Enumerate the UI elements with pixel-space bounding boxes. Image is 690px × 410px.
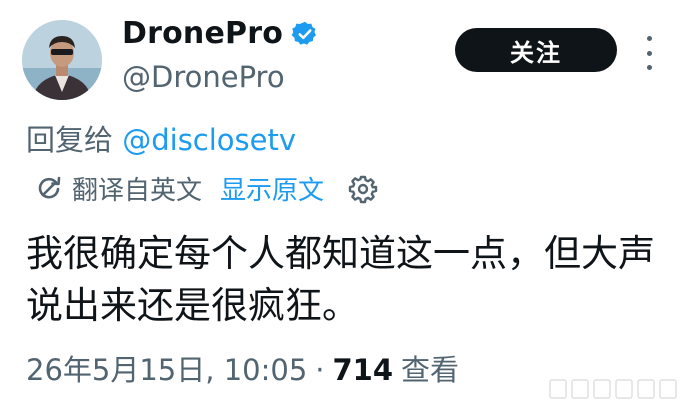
tweet-meta: 26年5月15日, 10:05 · 714 查看 — [26, 347, 459, 389]
user-handle[interactable]: @DronePro — [122, 60, 285, 94]
translate-icon — [38, 176, 61, 198]
follow-button[interactable]: 关注 — [455, 28, 617, 72]
avatar-image — [22, 20, 102, 100]
translated-from-label: 翻译自英文 — [72, 176, 203, 206]
meta-separator: · — [315, 353, 325, 387]
display-name-text[interactable]: DronePro — [122, 16, 283, 51]
watermark-logo — [549, 379, 677, 399]
reply-to-prefix: 回复给 — [26, 123, 114, 157]
tweet-timestamp[interactable]: 26年5月15日, 10:05 — [26, 347, 307, 389]
show-original-link[interactable]: 显示原文 — [220, 170, 324, 207]
gear-icon[interactable] — [348, 174, 378, 204]
reply-to-mention[interactable]: @disclosetv — [122, 123, 296, 157]
tweet-text: 我很确定每个人都知道这一点，但大声说出来还是很疯狂。 — [26, 232, 655, 327]
views-label: 查看 — [401, 353, 460, 387]
tweet-card: DronePro @DronePro 关注 回复给 @disclosetv 翻译… — [0, 0, 690, 410]
views-count: 714 — [332, 353, 394, 387]
reply-to-line: 回复给 @disclosetv — [26, 117, 296, 159]
display-name[interactable]: DronePro — [122, 16, 319, 51]
avatar[interactable] — [22, 20, 102, 100]
verified-badge-icon — [291, 21, 316, 45]
translation-row: 翻译自英文 显示原文 — [34, 170, 378, 207]
more-options-icon[interactable] — [644, 36, 654, 70]
